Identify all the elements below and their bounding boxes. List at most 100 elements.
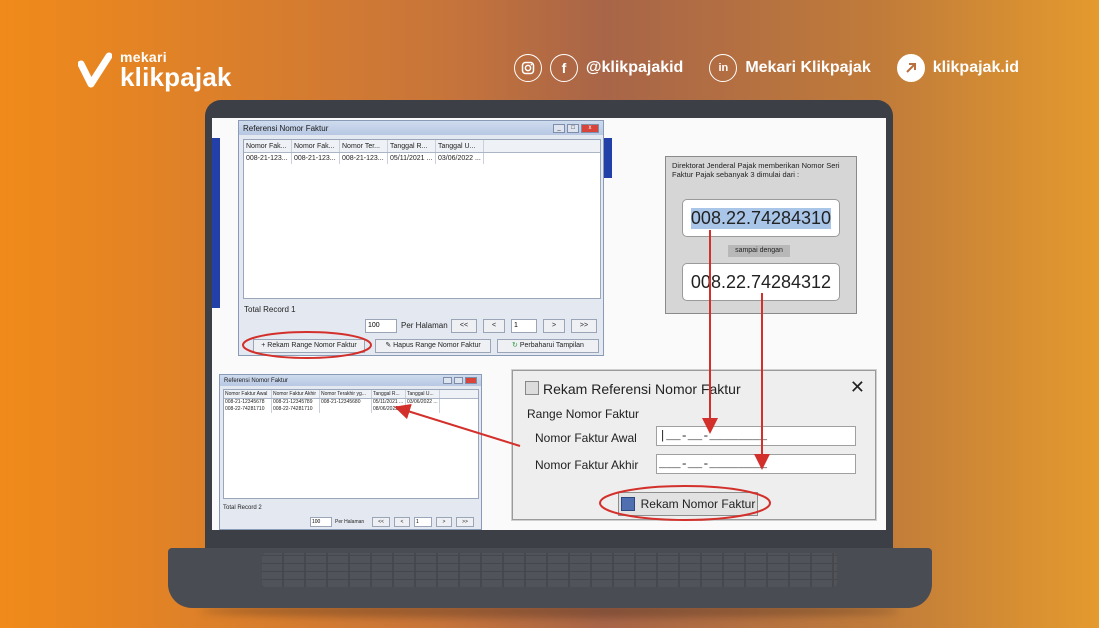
- save-icon: [620, 497, 635, 511]
- minimize-button[interactable]: [443, 377, 452, 384]
- external-link-icon[interactable]: [896, 54, 925, 82]
- column-header[interactable]: Nomor Terakhir yg...: [320, 390, 372, 398]
- table-cell: 03/06/2022 ...: [436, 153, 484, 164]
- laptop-keyboard-rows: [262, 553, 837, 587]
- per-page-input[interactable]: 100: [310, 517, 332, 527]
- faktur-akhir-input[interactable]: ___-__-________: [656, 454, 856, 474]
- close-button[interactable]: x: [581, 123, 599, 133]
- per-page-input[interactable]: 100: [365, 319, 397, 333]
- table-row[interactable]: 008-21-123... 008-21-123... 008-21-123..…: [244, 153, 600, 164]
- column-header[interactable]: Nomor Faktur Awal: [224, 390, 272, 398]
- close-button[interactable]: [465, 377, 477, 384]
- rekam-range-button[interactable]: + Rekam Range Nomor Faktur: [253, 339, 365, 353]
- table-cell: 008-21-123...: [340, 153, 388, 164]
- next-page-button[interactable]: >: [436, 517, 452, 527]
- referensi-window-large: Referensi Nomor Faktur _ □ x Nomor Fak..…: [238, 120, 604, 356]
- instagram-icon[interactable]: [513, 54, 542, 82]
- next-page-button[interactable]: >: [543, 319, 565, 333]
- table-cell: 05/11/2021 ...: [372, 399, 406, 406]
- column-header[interactable]: Nomor Fak...: [292, 140, 340, 152]
- maximize-button[interactable]: [454, 377, 463, 384]
- perbaharui-label: Perbaharui Tampilan: [519, 342, 584, 349]
- table-row[interactable]: 008-21-12345678 008-21-12345789 008-21-1…: [224, 399, 478, 406]
- rekam-nomor-faktur-label: Rekam Nomor Faktur: [640, 497, 756, 511]
- start-number: 008.22.74284310: [690, 207, 832, 229]
- hapus-range-label: Hapus Range Nomor Faktur: [393, 342, 481, 349]
- total-record-label: Total Record 1: [244, 305, 296, 314]
- refresh-icon: ↻: [512, 342, 520, 349]
- end-number-box: 008.22.74284312: [682, 263, 840, 301]
- table-cell: 008-21-123...: [292, 153, 340, 164]
- faktur-table: Nomor Fak... Nomor Fak... Nomor Ter... T…: [243, 139, 601, 299]
- first-page-button[interactable]: <<: [451, 319, 477, 333]
- table-cell: 008-21-12345680: [320, 399, 372, 406]
- minimize-button[interactable]: _: [553, 123, 565, 133]
- faktur-akhir-label: Nomor Faktur Akhir: [535, 458, 639, 472]
- table-cell: [320, 406, 372, 413]
- social-links: f @klikpajakid in Mekari Klikpajak klikp…: [513, 54, 1019, 82]
- klikpajak-logo: mekari klikpajak: [78, 50, 232, 90]
- sampai-dengan-label: sampai dengan: [728, 245, 790, 257]
- linkedin-link[interactable]: Mekari Klikpajak: [745, 59, 870, 77]
- window-title: Referensi Nomor Faktur: [224, 377, 289, 384]
- per-page-label: Per Halaman: [401, 321, 448, 330]
- perbaharui-button[interactable]: ↻ Perbaharui Tampilan: [497, 339, 599, 353]
- linkedin-icon[interactable]: in: [709, 54, 738, 82]
- table-header: Nomor Fak... Nomor Fak... Nomor Ter... T…: [244, 140, 600, 153]
- window-titlebar: Referensi Nomor Faktur _ □ x: [239, 121, 603, 135]
- delete-icon: ✎: [385, 342, 394, 349]
- table-cell: [406, 406, 440, 413]
- checkmark-logo-icon: [78, 52, 112, 88]
- rekam-range-label: Rekam Range Nomor Faktur: [267, 342, 357, 349]
- table-cell: 08/06/2022 ...: [372, 406, 406, 413]
- column-header[interactable]: Tanggal R...: [388, 140, 436, 152]
- table-cell: 008-22-74281710: [272, 406, 320, 413]
- close-icon[interactable]: ✕: [850, 377, 865, 398]
- background-decoration: [604, 138, 612, 178]
- table-cell: 03/06/2022 ...: [406, 399, 440, 406]
- java-app-icon: [525, 381, 539, 395]
- total-record-label: Total Record 2: [223, 505, 262, 511]
- maximize-button[interactable]: □: [567, 123, 579, 133]
- brand-big-text: klikpajak: [120, 62, 232, 92]
- nomor-seri-info-box: Direktorat Jenderal Pajak memberikan Nom…: [665, 156, 857, 314]
- page-number-input[interactable]: 1: [511, 319, 537, 333]
- instagram-handle-link[interactable]: @klikpajakid: [586, 59, 683, 77]
- referensi-window-small: Referensi Nomor Faktur Nomor Faktur Awal…: [219, 374, 482, 530]
- end-number: 008.22.74284312: [690, 271, 832, 292]
- first-page-button[interactable]: <<: [372, 517, 390, 527]
- column-header[interactable]: Tanggal U...: [436, 140, 484, 152]
- table-cell: 008-22-74281710: [224, 406, 272, 413]
- table-cell: 008-21-123...: [244, 153, 292, 164]
- faktur-table: Nomor Faktur Awal Nomor Faktur Akhir Nom…: [223, 389, 479, 499]
- column-header[interactable]: Nomor Fak...: [244, 140, 292, 152]
- table-header: Nomor Faktur Awal Nomor Faktur Akhir Nom…: [224, 390, 478, 399]
- table-row[interactable]: 008-22-74281710 008-22-74281710 08/06/20…: [224, 406, 478, 413]
- last-page-button[interactable]: >>: [571, 319, 597, 333]
- column-header[interactable]: Nomor Faktur Akhir: [272, 390, 320, 398]
- page-number-input[interactable]: 1: [414, 517, 432, 527]
- rekam-nomor-faktur-button[interactable]: Rekam Nomor Faktur: [618, 492, 758, 516]
- faktur-awal-input[interactable]: |__-__-________: [656, 426, 856, 446]
- table-cell: 008-21-12345789: [272, 399, 320, 406]
- faktur-awal-label: Nomor Faktur Awal: [535, 431, 637, 445]
- range-section-label: Range Nomor Faktur: [527, 407, 640, 421]
- table-cell: 008-21-12345678: [224, 399, 272, 406]
- window-title: Referensi Nomor Faktur: [243, 123, 329, 133]
- column-header[interactable]: Nomor Ter...: [340, 140, 388, 152]
- hapus-range-button[interactable]: ✎ Hapus Range Nomor Faktur: [375, 339, 491, 353]
- per-page-label: Per Halaman: [335, 519, 365, 525]
- table-cell: 05/11/2021 ...: [388, 153, 436, 164]
- start-number-box: 008.22.74284310: [682, 199, 840, 237]
- dialog-title: Rekam Referensi Nomor Faktur: [543, 381, 741, 397]
- website-link[interactable]: klikpajak.id: [933, 59, 1019, 77]
- prev-page-button[interactable]: <: [394, 517, 410, 527]
- column-header[interactable]: Tanggal R...: [372, 390, 406, 398]
- info-description: Direktorat Jenderal Pajak memberikan Nom…: [672, 161, 840, 179]
- column-header[interactable]: Tanggal U...: [406, 390, 440, 398]
- facebook-icon[interactable]: f: [549, 54, 578, 82]
- prev-page-button[interactable]: <: [483, 319, 505, 333]
- background-decoration: [212, 138, 220, 308]
- window-titlebar: Referensi Nomor Faktur: [220, 375, 481, 386]
- last-page-button[interactable]: >>: [456, 517, 474, 527]
